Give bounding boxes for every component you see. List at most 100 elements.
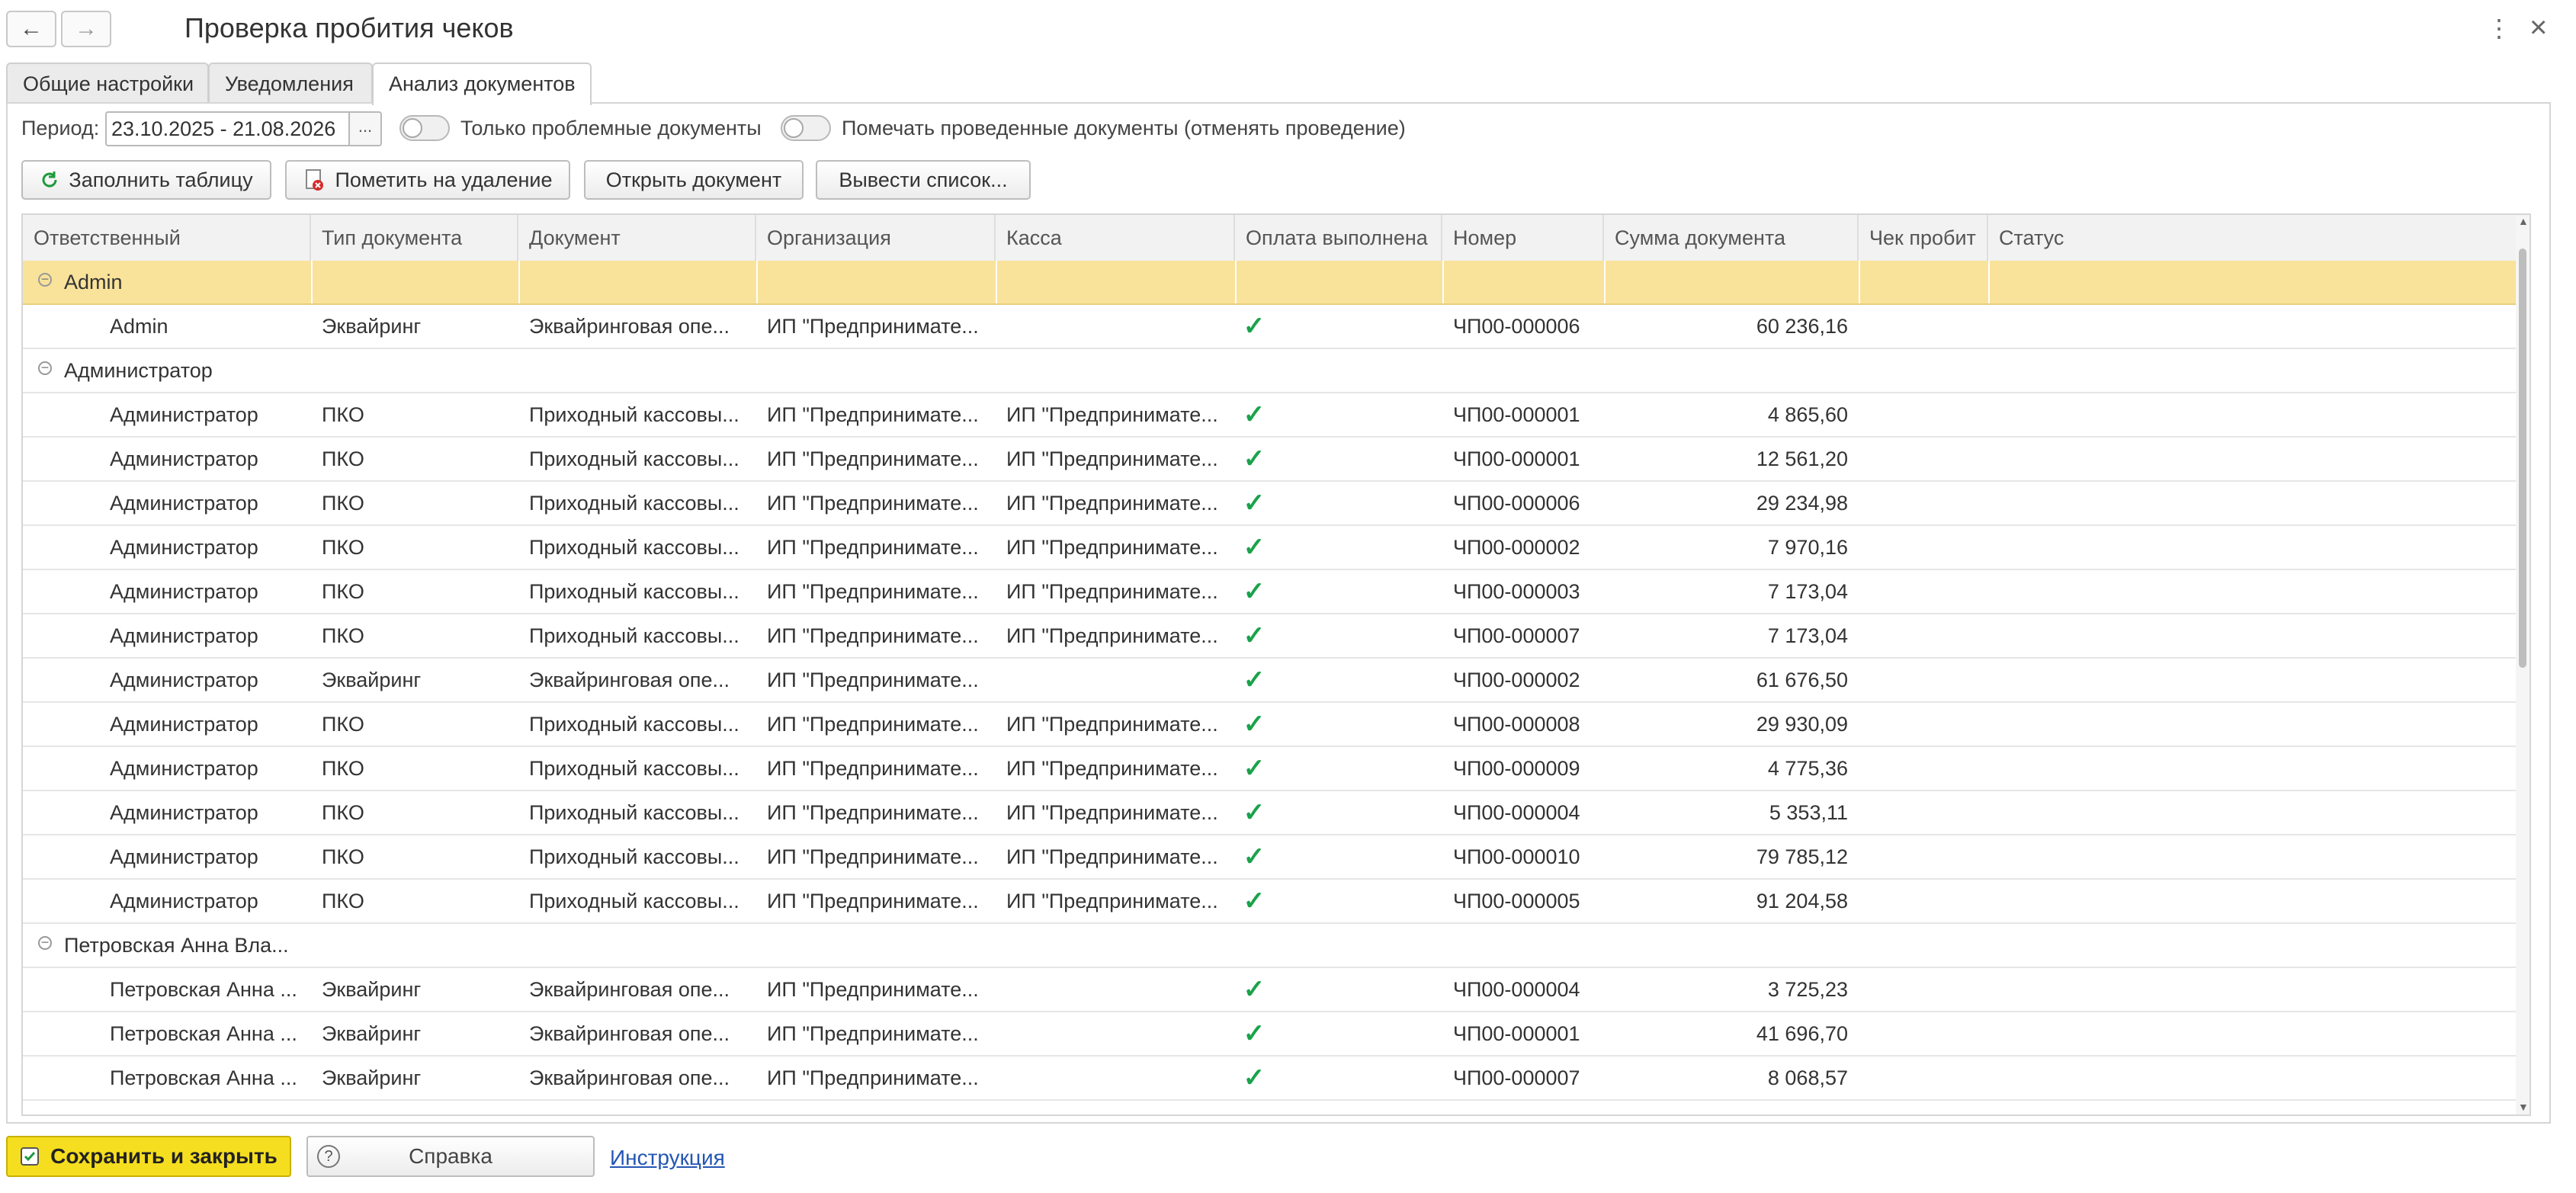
table-row[interactable]: Администратор ПКО Приходный кассовы... ИП "… <box>23 880 2516 924</box>
cell-status <box>1988 526 2516 569</box>
col-receipt-printed[interactable]: Чек пробит <box>1859 215 1988 261</box>
col-cashbox[interactable]: Касса <box>996 215 1235 261</box>
paid-check-icon: ✓ <box>1243 533 1266 562</box>
close-icon[interactable]: × <box>2529 11 2547 45</box>
cell-status <box>1988 482 2516 524</box>
cell-check <box>1859 526 1988 569</box>
forward-button[interactable]: → <box>61 11 111 47</box>
table-group-row[interactable]: − Администратор <box>23 349 2516 393</box>
cell-resp: Петровская Анна ... <box>110 978 297 1001</box>
output-list-button[interactable]: Вывести список... <box>816 160 1031 200</box>
cell-doc: Приходный кассовы... <box>529 536 739 559</box>
cell-org: ИП "Предпринимате... <box>767 1066 979 1089</box>
paid-check-icon: ✓ <box>1243 1019 1266 1048</box>
cell-doc: Приходный кассовы... <box>529 845 739 868</box>
cell-doc: Эквайринговая опе... <box>529 669 730 691</box>
cell-status <box>1988 791 2516 834</box>
col-document[interactable]: Документ <box>518 215 756 261</box>
col-responsible[interactable]: Ответственный <box>23 215 311 261</box>
cell-doc: Приходный кассовы... <box>529 447 739 470</box>
table-row[interactable]: Администратор ПКО Приходный кассовы... ИП "… <box>23 482 2516 526</box>
cell-check <box>1859 570 1988 613</box>
cell-num: ЧП00-000001 <box>1453 1022 1580 1045</box>
table-group-row[interactable]: − Admin <box>23 261 2516 305</box>
cell-resp: Администратор <box>110 713 258 736</box>
documents-table[interactable]: Ответственный Тип документа Документ Орг… <box>21 213 2531 1116</box>
tab-general-settings[interactable]: Общие настройки <box>6 63 209 104</box>
vertical-scrollbar[interactable]: ▲ ▼ <box>2516 215 2529 1114</box>
toggle-knob <box>784 118 804 138</box>
more-menu-icon[interactable]: ⋮ <box>2487 14 2511 43</box>
help-button[interactable]: ? Справка <box>306 1136 595 1177</box>
cell-doc: Эквайринговая опе... <box>529 1066 730 1089</box>
table-row[interactable]: Администратор ПКО Приходный кассовы... ИП "… <box>23 526 2516 570</box>
col-number[interactable]: Номер <box>1442 215 1604 261</box>
table-row[interactable]: Admin Эквайринг Эквайринговая опе... ИП "Пр… <box>23 305 2516 349</box>
cell-status <box>1988 659 2516 701</box>
cell-doc: Приходный кассовы... <box>529 801 739 824</box>
mark-delete-button[interactable]: Пометить на удаление <box>285 160 570 200</box>
cell-kassa: ИП "Предпринимате... <box>1006 713 1218 736</box>
cell-kassa <box>996 305 1235 348</box>
collapse-group-icon[interactable]: − <box>38 935 52 950</box>
cell-sum: 79 785,12 <box>1756 845 1848 868</box>
only-problem-toggle[interactable] <box>399 115 450 141</box>
table-row[interactable]: Администратор ПКО Приходный кассовы... ИП "… <box>23 703 2516 747</box>
scroll-down-icon[interactable]: ▼ <box>2518 1101 2529 1113</box>
cell-org: ИП "Предпринимате... <box>767 403 979 426</box>
col-status[interactable]: Статус <box>1988 215 2516 261</box>
period-select-button[interactable]: ... <box>348 111 382 146</box>
tab-document-analysis[interactable]: Анализ документов <box>372 63 592 105</box>
cell-sum: 7 970,16 <box>1767 536 1848 559</box>
table-group-row[interactable]: − Петровская Анна Вла... <box>23 924 2516 968</box>
table-row[interactable]: Администратор ПКО Приходный кассовы... ИП "… <box>23 570 2516 614</box>
period-input[interactable]: 23.10.2025 - 21.08.2026 <box>105 111 372 146</box>
table-row[interactable]: Администратор ПКО Приходный кассовы... ИП "… <box>23 614 2516 659</box>
cell-org: ИП "Предпринимате... <box>767 713 979 736</box>
cell-resp: Администратор <box>110 580 258 603</box>
cell-resp: Администратор <box>110 492 258 515</box>
tab-notifications[interactable]: Уведомления <box>208 63 373 104</box>
cell-num: ЧП00-000004 <box>1453 801 1580 824</box>
col-payment-done[interactable]: Оплата выполнена <box>1235 215 1442 261</box>
table-header: Ответственный Тип документа Документ Орг… <box>23 215 2516 262</box>
table-row[interactable]: Администратор ПКО Приходный кассовы... ИП "… <box>23 747 2516 791</box>
table-row[interactable]: Администратор ПКО Приходный кассовы... ИП "… <box>23 438 2516 482</box>
save-and-close-button[interactable]: Сохранить и закрыть <box>6 1136 291 1177</box>
mark-posted-toggle[interactable] <box>781 115 831 141</box>
table-row[interactable]: Администратор ПКО Приходный кассовы... ИП "… <box>23 393 2516 438</box>
collapse-group-icon[interactable]: − <box>38 361 52 375</box>
table-row[interactable]: Петровская Анна ... Эквайринг Эквайрингова… <box>23 968 2516 1012</box>
cell-doc: Приходный кассовы... <box>529 403 739 426</box>
cell-check <box>1859 747 1988 790</box>
back-button[interactable]: ← <box>6 11 56 47</box>
table-row[interactable]: Петровская Анна ... Эквайринг Эквайрингова… <box>23 1012 2516 1057</box>
cell-num: ЧП00-000009 <box>1453 757 1580 780</box>
scrollbar-thumb[interactable] <box>2519 249 2526 668</box>
cell-org: ИП "Предпринимате... <box>767 1022 979 1045</box>
help-label: Справка <box>409 1144 492 1168</box>
fill-table-button[interactable]: Заполнить таблицу <box>21 160 271 200</box>
col-doc-sum[interactable]: Сумма документа <box>1604 215 1859 261</box>
cell-org: ИП "Предпринимате... <box>767 890 979 912</box>
table-row[interactable]: Администратор ПКО Приходный кассовы... ИП "… <box>23 791 2516 835</box>
col-doc-type[interactable]: Тип документа <box>311 215 518 261</box>
cell-doc: Эквайринговая опе... <box>529 978 730 1001</box>
table-row[interactable]: Администратор Эквайринг Эквайринговая опе.… <box>23 659 2516 703</box>
table-row[interactable]: Администратор ПКО Приходный кассовы... ИП "… <box>23 835 2516 880</box>
cell-check <box>1859 614 1988 657</box>
col-organization[interactable]: Организация <box>756 215 996 261</box>
table-row[interactable]: Петровская Анна ... Эквайринг Эквайрингова… <box>23 1057 2516 1101</box>
fill-table-label: Заполнить таблицу <box>69 168 253 191</box>
scroll-up-icon[interactable]: ▲ <box>2518 215 2529 227</box>
cell-status <box>1988 305 2516 348</box>
collapse-group-icon[interactable]: − <box>38 272 52 287</box>
paid-check-icon: ✓ <box>1243 710 1266 739</box>
open-document-button[interactable]: Открыть документ <box>584 160 804 200</box>
paid-check-icon: ✓ <box>1243 1063 1266 1092</box>
instruction-link[interactable]: Инструкция <box>610 1146 725 1170</box>
group-name: Администратор <box>64 359 213 382</box>
paid-check-icon: ✓ <box>1243 489 1266 518</box>
cell-kassa <box>996 659 1235 701</box>
cell-type: ПКО <box>322 713 364 736</box>
